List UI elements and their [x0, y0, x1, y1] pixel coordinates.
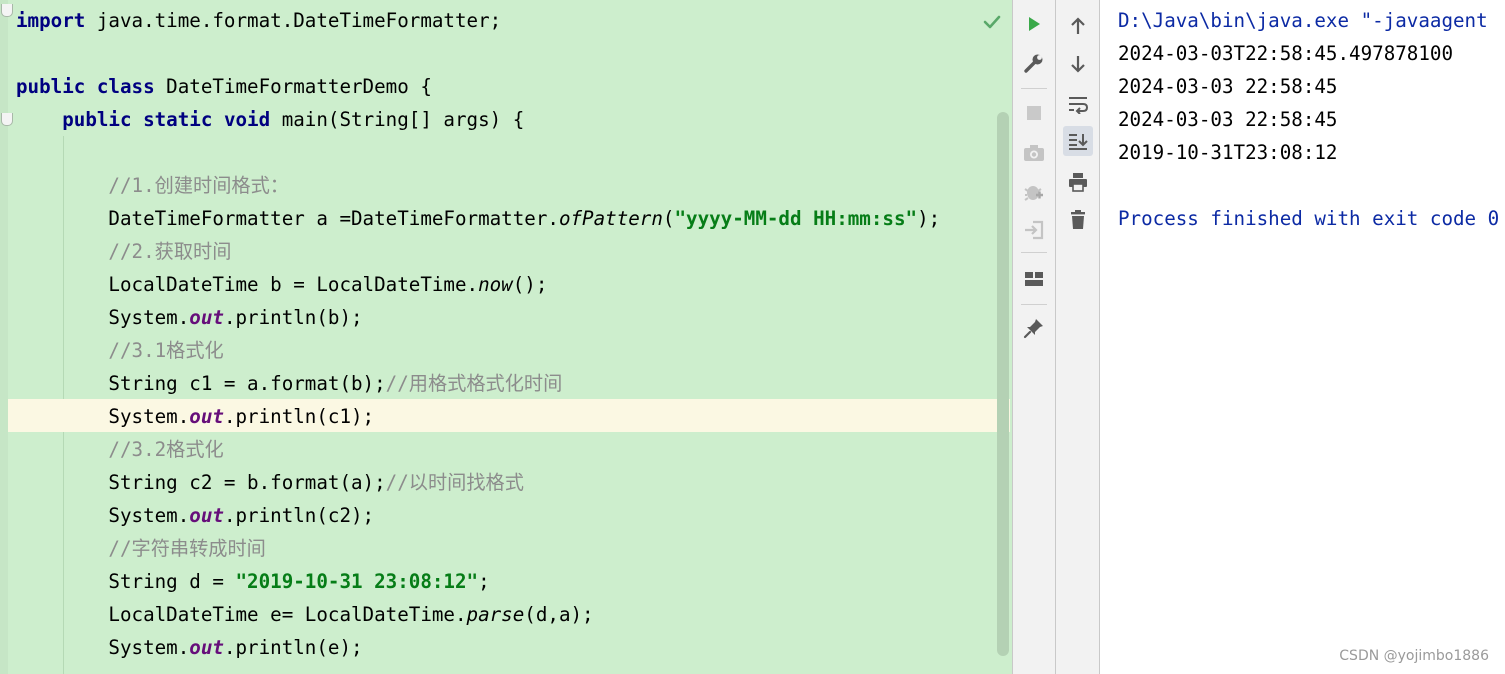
code-line[interactable]: System.out.println(b);	[16, 301, 363, 334]
code-token: import	[16, 9, 86, 32]
code-token: ();	[512, 273, 548, 296]
code-line[interactable]: import java.time.format.DateTimeFormatte…	[16, 4, 501, 37]
console-output-line: 2024-03-03 22:58:45	[1118, 108, 1338, 131]
print-icon[interactable]	[1063, 167, 1093, 197]
code-token: );	[917, 207, 941, 230]
code-token: java.time.format.DateTimeFormatter;	[85, 9, 502, 32]
console-toolbar	[1056, 0, 1099, 674]
code-line[interactable]: //3.2格式化	[16, 433, 224, 466]
arrow-up-icon[interactable]	[1063, 11, 1093, 41]
code-token: .println(e);	[223, 636, 363, 659]
bug-icon[interactable]	[1019, 177, 1049, 207]
code-token: public static void	[62, 108, 271, 131]
code-line[interactable]: String c1 = a.format(b);//用格式格式化时间	[16, 367, 562, 400]
code-token: //3.1格式化	[108, 339, 224, 362]
soft-wrap-icon[interactable]	[1063, 89, 1093, 119]
stop-icon[interactable]	[1019, 98, 1049, 128]
code-token: main(String[] args) {	[270, 108, 525, 131]
editor-scrollbar[interactable]	[997, 112, 1009, 656]
code-line[interactable]: String d = "2019-10-31 23:08:12";	[16, 565, 490, 598]
toolbar-separator	[1021, 252, 1047, 253]
code-token: now	[478, 273, 513, 296]
code-token: out	[189, 306, 224, 329]
console-output-line: 2024-03-03T22:58:45.497878100	[1118, 42, 1454, 65]
code-line[interactable]: LocalDateTime e= LocalDateTime.parse(d,a…	[16, 598, 594, 631]
toolbar-separator	[1021, 304, 1047, 305]
code-token: ;	[478, 570, 490, 593]
code-line[interactable]: System.out.println(c2);	[16, 499, 374, 532]
code-token: DateTimeFormatterDemo {	[154, 75, 432, 98]
code-token: out	[189, 504, 224, 527]
code-token: ofPattern	[558, 207, 663, 230]
code-token: out	[189, 636, 224, 659]
editor-gutter[interactable]	[0, 0, 8, 674]
code-line[interactable]: LocalDateTime b = LocalDateTime.now();	[16, 268, 547, 301]
fold-marker-main[interactable]	[1, 113, 13, 126]
code-token: .println(c2);	[223, 504, 375, 527]
console-exit-message: Process finished with exit code 0	[1118, 207, 1500, 230]
toolbar-separator	[1021, 88, 1047, 89]
code-token: "yyyy-MM-dd HH:mm:ss"	[674, 207, 918, 230]
code-token: (	[662, 207, 675, 230]
code-token: LocalDateTime b = LocalDateTime.	[16, 273, 479, 296]
code-token: System.	[16, 306, 190, 329]
code-line[interactable]: //2.获取时间	[16, 235, 231, 268]
code-token: LocalDateTime e= LocalDateTime.	[16, 603, 467, 626]
run-console[interactable]: D:\Java\bin\java.exe "-javaagent 2024-03…	[1100, 0, 1505, 674]
code-line[interactable]: //字符串转成时间	[16, 532, 266, 565]
code-token: System.	[16, 636, 190, 659]
console-output-line: 2019-10-31T23:08:12	[1118, 141, 1338, 164]
pin-icon[interactable]	[1019, 313, 1049, 343]
code-token: //1.创建时间格式：	[108, 174, 289, 197]
code-line[interactable]: System.out.println(e);	[16, 631, 363, 664]
watermark: CSDN @yojimbo1886	[1339, 648, 1489, 664]
code-token: System.	[16, 504, 190, 527]
login-icon[interactable]	[1019, 215, 1049, 245]
code-token: String c1 = a.format(b);	[16, 372, 386, 395]
code-token: "2019-10-31 23:08:12"	[235, 570, 479, 593]
console-command-line: D:\Java\bin\java.exe "-javaagent	[1118, 9, 1488, 32]
code-line[interactable]: //3.1格式化	[16, 334, 224, 367]
check-icon[interactable]	[982, 12, 1002, 32]
code-editor[interactable]: import java.time.format.DateTimeFormatte…	[0, 0, 1012, 674]
rerun-icon[interactable]	[1019, 9, 1049, 39]
code-line[interactable]: DateTimeFormatter a =DateTimeFormatter.o…	[16, 202, 940, 235]
code-line[interactable]: public class DateTimeFormatterDemo {	[16, 70, 432, 103]
code-token: //3.2格式化	[108, 438, 224, 461]
code-line[interactable]: System.out.println(c1);	[16, 400, 374, 433]
fold-marker-import[interactable]	[1, 4, 13, 17]
trash-icon[interactable]	[1063, 205, 1093, 235]
code-line[interactable]: //1.创建时间格式：	[16, 169, 289, 202]
camera-icon[interactable]	[1019, 138, 1049, 168]
code-token: //用格式格式化时间	[385, 372, 563, 395]
code-token: .println(b);	[223, 306, 363, 329]
code-token: public class	[16, 75, 155, 98]
code-token: //以时间找格式	[385, 471, 524, 494]
code-token: DateTimeFormatter a =DateTimeFormatter.	[16, 207, 559, 230]
scroll-to-end-icon[interactable]	[1063, 126, 1093, 156]
code-token: out	[189, 405, 224, 428]
code-token: //2.获取时间	[108, 240, 232, 263]
wrench-icon[interactable]	[1019, 48, 1049, 78]
layout-icon[interactable]	[1019, 264, 1049, 294]
run-toolbar	[1013, 0, 1055, 674]
console-output-line: 2024-03-03 22:58:45	[1118, 75, 1338, 98]
code-token: //字符串转成时间	[108, 537, 266, 560]
code-line[interactable]: public static void main(String[] args) {	[16, 103, 524, 136]
code-line[interactable]: String c2 = b.format(a);//以时间找格式	[16, 466, 524, 499]
arrow-down-icon[interactable]	[1063, 49, 1093, 79]
code-token: .println(c1);	[223, 405, 375, 428]
code-token: (d,a);	[524, 603, 594, 626]
code-token: String c2 = b.format(a);	[16, 471, 386, 494]
code-token: String d =	[16, 570, 236, 593]
code-token: parse	[466, 603, 525, 626]
code-token: System.	[16, 405, 190, 428]
